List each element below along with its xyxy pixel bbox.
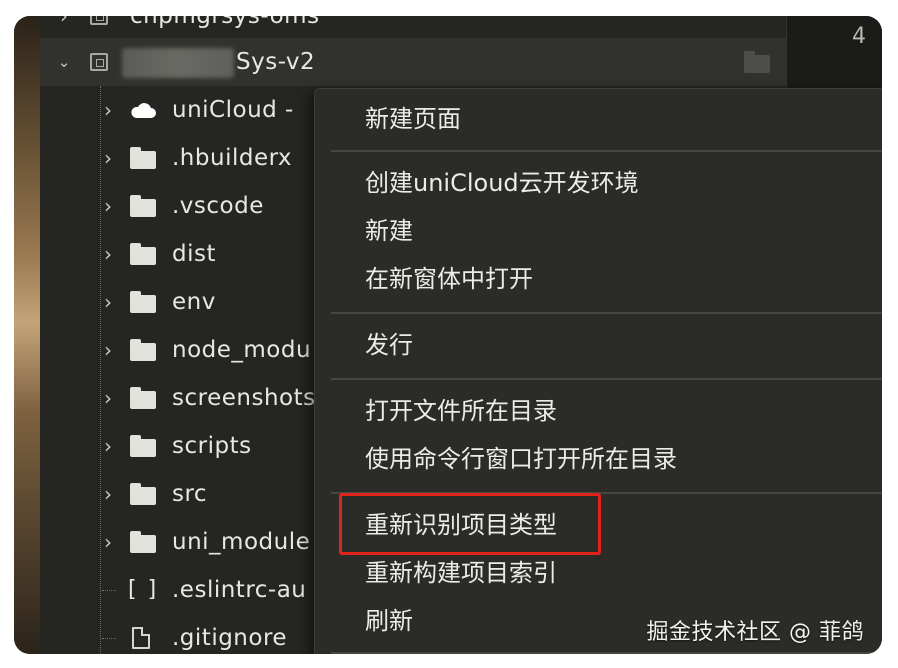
folder-icon: [130, 147, 156, 169]
chevron-right-icon[interactable]: ›: [98, 86, 118, 134]
menu-item-open-containing-folder[interactable]: 打开文件所在目录: [365, 387, 557, 435]
context-menu: 新建页面 创建uniCloud云开发环境 新建 在新窗体中打开 发行 打开文件所…: [314, 88, 882, 654]
project-icon: [90, 53, 108, 71]
ide-window: › chpmgrsys-oms ⌄ Sys-v2 › uniCloud - › …: [14, 16, 882, 654]
chevron-right-icon[interactable]: ›: [98, 134, 118, 182]
menu-separator: [331, 652, 882, 654]
menu-item-new-page[interactable]: 新建页面: [365, 95, 461, 143]
project-icon: [90, 16, 108, 25]
folder-icon: [130, 243, 156, 265]
folder-icon: [130, 291, 156, 313]
menu-item-rebuild-project-index[interactable]: 重新构建项目索引: [365, 549, 557, 597]
tree-branch-line: [102, 590, 116, 591]
chevron-right-icon[interactable]: ›: [54, 16, 74, 40]
tree-row-root-project[interactable]: ⌄ Sys-v2: [40, 38, 786, 86]
chevron-right-icon[interactable]: ›: [98, 470, 118, 518]
folder-icon: [130, 483, 156, 505]
tree-item-label: .vscode: [172, 193, 264, 219]
chevron-right-icon[interactable]: ›: [98, 182, 118, 230]
tree-row-label: chpmgrsys-oms: [130, 16, 320, 29]
folder-icon: [130, 195, 156, 217]
tree-item-label: screenshots: [172, 385, 316, 411]
menu-separator: [331, 150, 882, 152]
tree-item-label: dist: [172, 241, 216, 267]
chevron-right-icon[interactable]: ›: [98, 374, 118, 422]
root-project-label: Sys-v2: [236, 49, 316, 75]
menu-item-publish[interactable]: 发行: [365, 321, 413, 369]
folder-icon: [130, 435, 156, 457]
chevron-right-icon[interactable]: ›: [98, 326, 118, 374]
tree-item-label: env: [172, 289, 216, 315]
tree-item-label: .eslintrc-au: [172, 577, 307, 603]
tree-item-label: src: [172, 481, 208, 507]
line-number: 4: [852, 24, 866, 49]
tree-row-previous-project[interactable]: › chpmgrsys-oms: [40, 16, 786, 40]
chevron-right-icon[interactable]: ›: [98, 230, 118, 278]
tree-branch-line: [102, 638, 116, 639]
folder-icon: [130, 531, 156, 553]
tree-item-label: scripts: [172, 433, 252, 459]
tree-item-label: node_modu: [172, 337, 312, 363]
menu-item-refresh[interactable]: 刷新: [365, 597, 413, 645]
tree-item-label: .gitignore: [172, 625, 288, 651]
chevron-right-icon[interactable]: ›: [98, 518, 118, 566]
menu-item-open-in-terminal[interactable]: 使用命令行窗口打开所在目录: [365, 435, 677, 483]
chevron-down-icon[interactable]: ⌄: [54, 38, 74, 86]
folder-icon: [130, 387, 156, 409]
file-icon: [132, 627, 150, 649]
chevron-right-icon[interactable]: ›: [98, 422, 118, 470]
tree-item-label: uniCloud -: [172, 97, 294, 123]
menu-item-open-in-new-window[interactable]: 在新窗体中打开: [365, 255, 533, 303]
menu-separator: [331, 312, 882, 314]
menu-item-create-unicloud-env[interactable]: 创建uniCloud云开发环境: [365, 159, 639, 207]
cloud-icon: [131, 103, 156, 118]
menu-item-new[interactable]: 新建: [365, 207, 413, 255]
redacted-project-prefix: [122, 48, 234, 78]
tree-item-label: .hbuilderx: [172, 145, 293, 171]
menu-separator: [331, 378, 882, 380]
red-highlight-box: [339, 493, 601, 555]
folder-icon: [130, 339, 156, 361]
background-wallpaper: [14, 16, 40, 654]
brackets-icon: [ ]: [128, 577, 159, 602]
tree-item-label: uni_module: [172, 529, 311, 555]
folder-icon: [744, 51, 770, 73]
watermark-text: 掘金技术社区 @ 菲鸽: [646, 620, 864, 645]
chevron-right-icon[interactable]: ›: [98, 278, 118, 326]
